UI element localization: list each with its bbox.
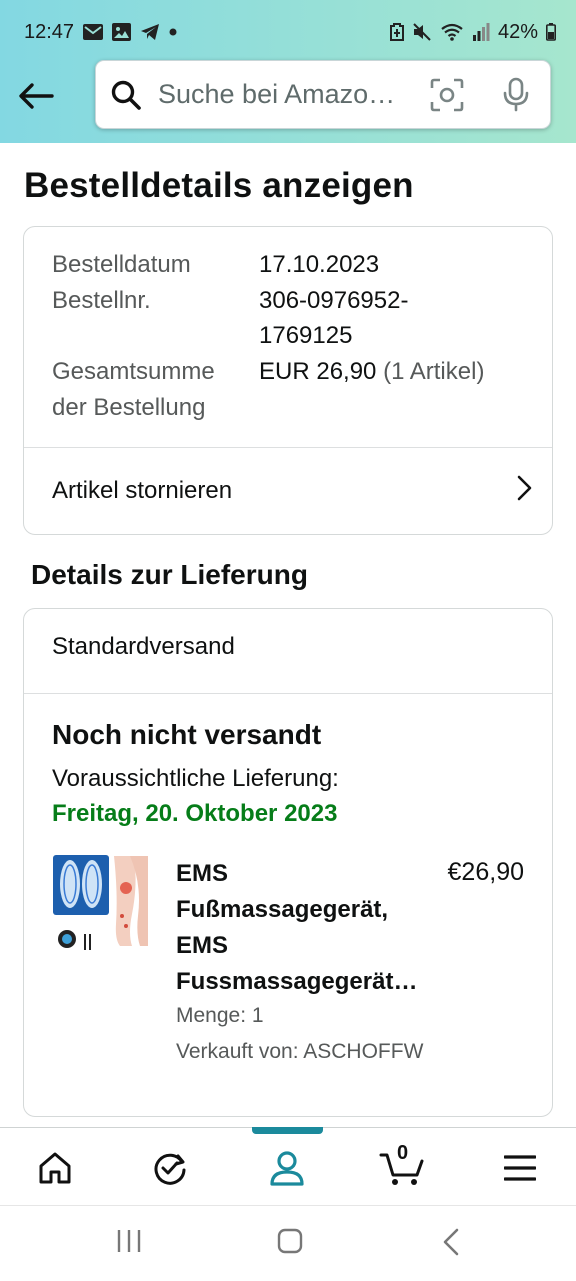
product-image[interactable] — [52, 854, 148, 954]
cart-icon[interactable]: 0 — [378, 1142, 426, 1190]
delivery-estimate-date: Freitag, 20. Oktober 2023 — [52, 800, 338, 827]
order-total-label-line1: Gesamtsumme — [52, 358, 215, 385]
camera-scan-icon[interactable] — [430, 78, 464, 117]
shipment-status: Noch nicht versandt — [52, 719, 322, 750]
divider — [24, 693, 552, 694]
delivery-section-title: Details zur Lieferung — [31, 559, 308, 590]
cart-count: 0 — [397, 1142, 409, 1164]
active-tab-indicator — [252, 1127, 323, 1134]
wifi-icon — [440, 23, 464, 41]
product-seller: Verkauft von: ASCHOFFW — [176, 1040, 424, 1063]
mail-icon — [83, 24, 104, 40]
back-button[interactable] — [16, 76, 56, 116]
battery-icon — [546, 23, 556, 41]
order-total-value: EUR 26,90 (1 Artikel) — [259, 358, 484, 386]
product-title-line: Fußmassagegerät, — [176, 896, 389, 923]
order-total-amount: EUR 26,90 — [259, 358, 377, 385]
system-navigation-bar — [0, 1205, 576, 1281]
battery-saver-icon — [389, 23, 404, 41]
clock: 12:47 — [24, 20, 75, 43]
order-summary-card: Bestelldatum 17.10.2023 Bestellnr. 306-0… — [23, 226, 553, 535]
home-icon[interactable] — [31, 1146, 79, 1190]
back-system-icon[interactable] — [441, 1228, 461, 1261]
cancel-items-row[interactable]: Artikel stornieren — [24, 447, 552, 535]
product-title-line: EMS — [176, 860, 229, 887]
order-date-value: 17.10.2023 — [259, 251, 380, 278]
page-title: Bestelldetails anzeigen — [24, 166, 414, 205]
delivery-card: Standardversand Noch nicht versandt Vora… — [23, 608, 553, 1117]
signal-icon — [472, 23, 490, 41]
shipping-method: Standardversand — [52, 633, 235, 660]
app-header: 12:47 42% Suche bei Amazo… — [0, 0, 576, 143]
product-title-link[interactable]: EMS Fußmassagegerät, EMS Fussmassagegerä… — [176, 856, 428, 1000]
order-number-label: Bestellnr. — [52, 287, 151, 314]
delivery-estimate-label: Voraussichtliche Lieferung: — [52, 765, 339, 792]
order-total-label-line2: der Bestellung — [52, 394, 206, 421]
search-input[interactable]: Suche bei Amazo… — [158, 79, 408, 110]
buy-again-icon[interactable] — [146, 1146, 194, 1190]
order-number-value-line2: 1769125 — [259, 322, 353, 349]
product-price: €26,90 — [447, 858, 524, 886]
battery-percent: 42% — [497, 20, 538, 43]
order-number-value-line1: 306-0976952- — [259, 287, 409, 314]
order-item-count: (1 Artikel) — [383, 358, 485, 385]
search-bar[interactable]: Suche bei Amazo… — [95, 60, 551, 129]
telegram-icon — [140, 23, 160, 41]
chevron-right-icon — [516, 475, 532, 506]
account-icon[interactable] — [263, 1146, 311, 1190]
menu-icon[interactable] — [496, 1146, 544, 1190]
search-icon — [110, 79, 142, 116]
microphone-icon[interactable] — [502, 77, 530, 118]
mute-icon — [412, 23, 432, 41]
product-title-line: Fussmassagegerät… — [176, 968, 418, 995]
arrow-left-icon — [19, 83, 54, 109]
bottom-navigation: 0 — [0, 1127, 576, 1205]
dot-icon — [169, 28, 177, 36]
product-title-line: EMS — [176, 932, 229, 959]
recent-apps-icon[interactable] — [116, 1228, 142, 1259]
cancel-items-label: Artikel stornieren — [52, 477, 233, 504]
order-date-label: Bestelldatum — [52, 251, 191, 278]
home-system-icon[interactable] — [277, 1228, 303, 1259]
image-icon — [112, 23, 132, 41]
product-quantity: Menge: 1 — [176, 1004, 264, 1027]
status-bar: 12:47 42% — [0, 14, 576, 50]
